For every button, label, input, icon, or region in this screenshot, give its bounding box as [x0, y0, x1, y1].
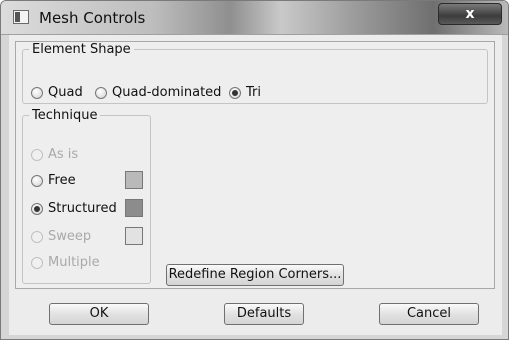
technique-legend: Technique: [32, 108, 98, 123]
radio-quad-indicator[interactable]: [31, 86, 43, 99]
radio-tri-indicator[interactable]: [229, 86, 241, 99]
defaults-button[interactable]: Defaults: [224, 303, 304, 325]
technique-group: Technique As is Free Structured Sweep Mu…: [22, 108, 151, 284]
free-color-swatch[interactable]: [125, 171, 143, 189]
radio-as-is-indicator[interactable]: [31, 148, 43, 161]
radio-free-label: Free: [48, 173, 76, 188]
radio-sweep[interactable]: Sweep: [31, 229, 91, 244]
radio-quad[interactable]: Quad: [31, 85, 83, 100]
radio-structured[interactable]: Structured: [31, 201, 117, 216]
close-button[interactable]: x: [438, 3, 502, 25]
radio-quad-label: Quad: [48, 85, 83, 100]
window-icon: [13, 10, 29, 24]
sweep-color-swatch[interactable]: [125, 227, 143, 245]
radio-multiple-indicator[interactable]: [31, 256, 43, 269]
radio-structured-indicator[interactable]: [31, 202, 43, 215]
radio-quad-dominated[interactable]: Quad-dominated: [95, 85, 221, 100]
title-bar[interactable]: Mesh Controls x: [1, 1, 508, 35]
radio-as-is-label: As is: [48, 147, 79, 162]
radio-tri[interactable]: Tri: [229, 85, 261, 100]
structured-color-swatch[interactable]: [125, 199, 143, 217]
radio-quad-dominated-label: Quad-dominated: [112, 85, 222, 100]
radio-quad-dominated-indicator[interactable]: [95, 86, 107, 99]
window-title: Mesh Controls: [39, 9, 146, 27]
ok-button[interactable]: OK: [49, 303, 149, 325]
radio-tri-label: Tri: [246, 85, 261, 100]
radio-multiple[interactable]: Multiple: [31, 255, 100, 270]
radio-sweep-indicator[interactable]: [31, 230, 43, 243]
radio-multiple-label: Multiple: [48, 255, 100, 270]
cancel-button[interactable]: Cancel: [379, 303, 479, 325]
radio-structured-label: Structured: [48, 201, 117, 216]
element-shape-legend: Element Shape: [32, 42, 131, 57]
element-shape-group: Element Shape Quad Quad-dominated Tri: [22, 42, 488, 104]
radio-free[interactable]: Free: [31, 173, 76, 188]
options-panel: Element Shape Quad Quad-dominated Tri Te…: [15, 41, 495, 289]
radio-sweep-label: Sweep: [48, 229, 92, 244]
mesh-controls-dialog: Mesh Controls x Element Shape Quad Quad-…: [0, 0, 509, 340]
radio-free-indicator[interactable]: [31, 174, 43, 187]
redefine-region-corners-button[interactable]: Redefine Region Corners...: [166, 264, 344, 286]
radio-as-is[interactable]: As is: [31, 147, 78, 162]
dialog-body: Element Shape Quad Quad-dominated Tri Te…: [9, 35, 502, 335]
